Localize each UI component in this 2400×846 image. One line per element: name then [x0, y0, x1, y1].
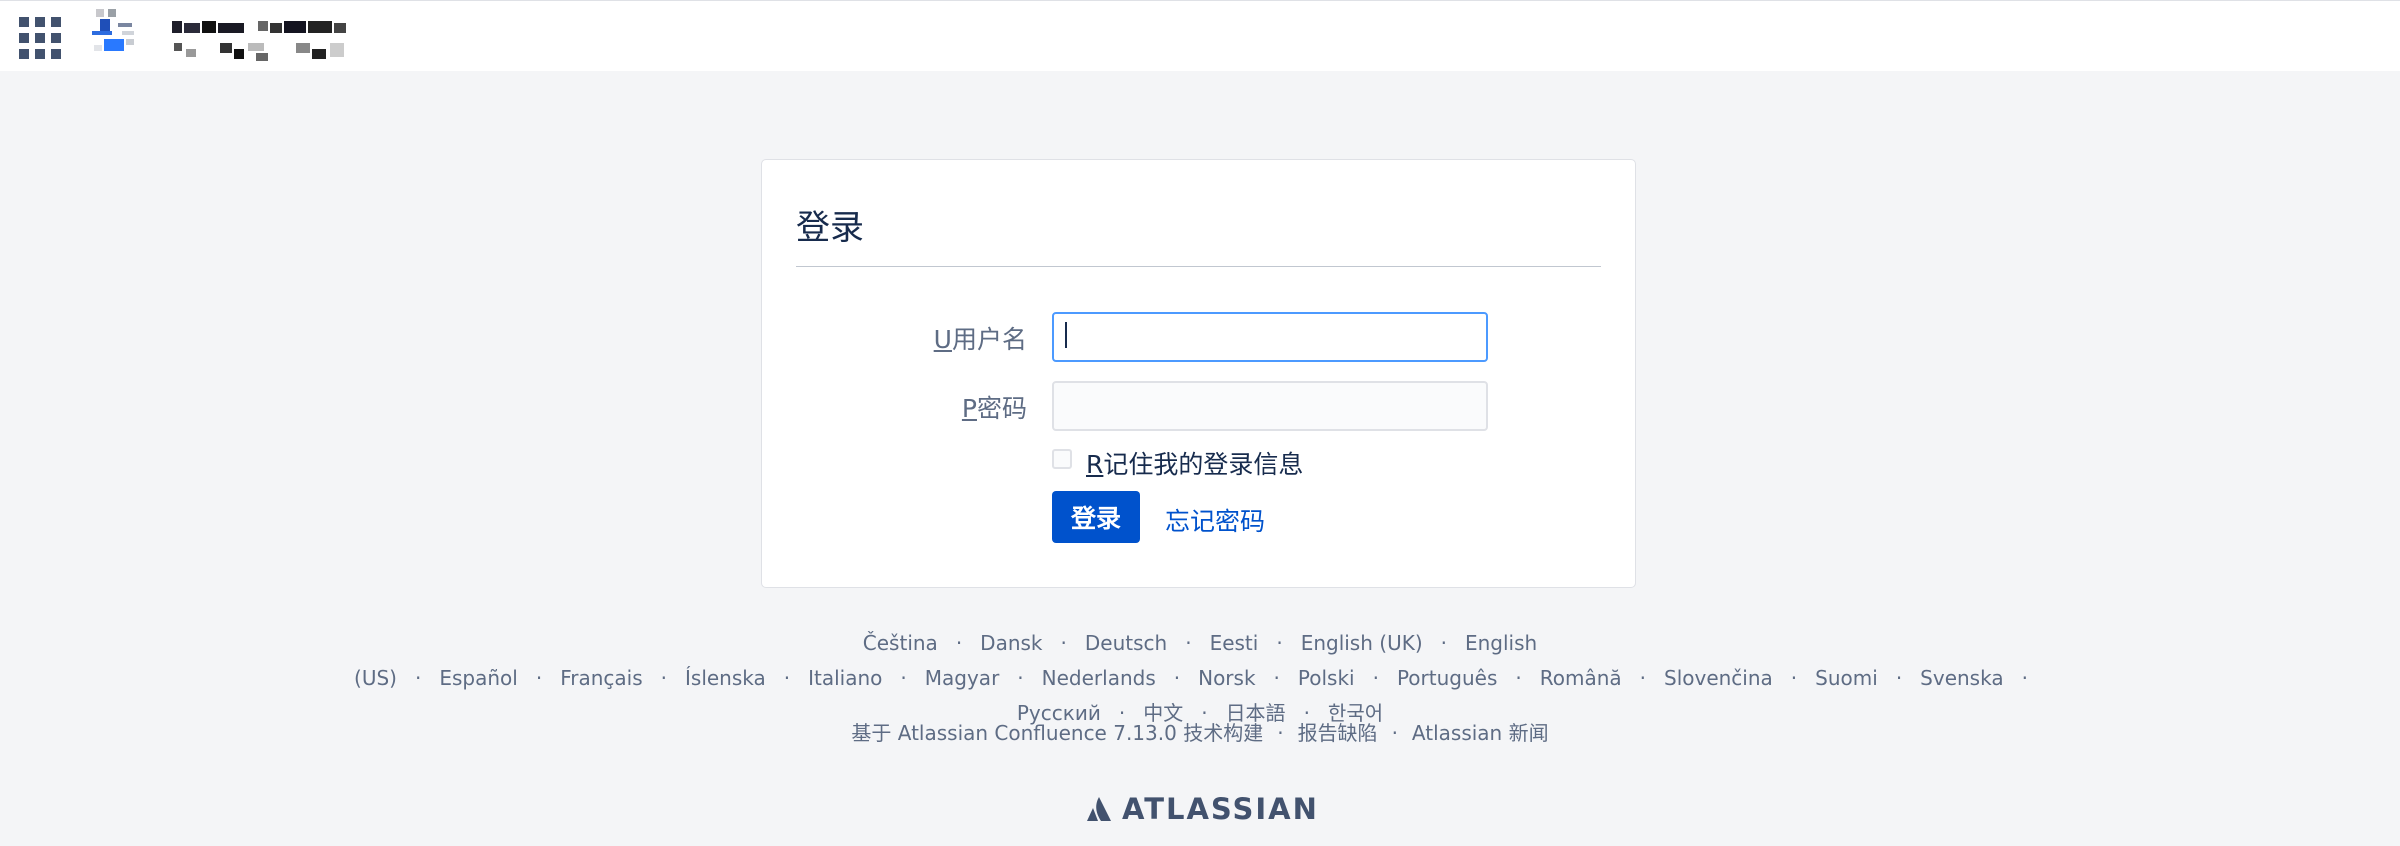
language-separator: · [1895, 666, 1903, 690]
remember-label-text: 记住我的登录信息 [1103, 450, 1304, 479]
language-link[interactable]: Română [1540, 666, 1622, 690]
username-label: U用户名 [934, 320, 1027, 356]
title-divider [796, 266, 1601, 267]
login-submit-button[interactable]: 登录 [1052, 491, 1140, 543]
username-accesskey: U [933, 325, 952, 354]
text-caret [1065, 322, 1067, 348]
language-separator: · [1060, 631, 1067, 655]
password-label: P密码 [962, 389, 1027, 425]
powered-by-link[interactable]: 基于 Atlassian Confluence 7.13.0 技术构建 [851, 721, 1263, 745]
language-separator: · [955, 631, 963, 655]
password-label-text: 密码 [976, 394, 1027, 423]
atlassian-mark-icon [1087, 797, 1111, 821]
report-bug-link[interactable]: 报告缺陷 [1298, 721, 1378, 745]
remember-accesskey: R [1086, 450, 1104, 479]
language-link[interactable]: Suomi [1815, 666, 1878, 690]
atlassian-wordmark: ATLASSIAN [1122, 792, 1319, 826]
language-separator: · [535, 666, 543, 690]
remember-me-label[interactable]: R记住我的登录信息 [1086, 445, 1303, 481]
language-selector-list: Čeština · Dansk · Deutsch · Eesti · English (UK)… [40, 626, 2360, 731]
language-link[interactable]: Français [560, 666, 642, 690]
atlassian-logo[interactable]: ATLASSIAN [1086, 792, 1319, 826]
username-label-text: 用户名 [951, 325, 1027, 354]
login-card: 登录 U用户名 P密码 R记住我的登录信息 登录 忘记密码 [761, 159, 1636, 588]
atlassian-news-link[interactable]: Atlassian 新闻 [1412, 721, 1549, 745]
language-separator: · [1185, 631, 1192, 655]
username-input[interactable] [1052, 312, 1488, 362]
language-separator: · [1372, 666, 1379, 690]
language-separator: · [1440, 631, 1447, 655]
language-link[interactable]: Čeština [863, 631, 938, 655]
language-separator: · [1515, 666, 1522, 690]
top-bar [0, 0, 2400, 71]
language-separator: · [415, 666, 422, 690]
language-link[interactable]: Eesti [1210, 631, 1259, 655]
powered-by-footer: 基于 Atlassian Confluence 7.13.0 技术构建 · 报告缺陷… [0, 717, 2400, 746]
site-logo-icon[interactable] [90, 9, 152, 59]
language-link[interactable]: Nederlands [1042, 666, 1156, 690]
language-link[interactable]: Norsk [1198, 666, 1255, 690]
language-separator: · [2021, 666, 2028, 690]
language-separator: · [1639, 666, 1646, 690]
language-link[interactable]: Español [439, 666, 517, 690]
footer-separator: · [1277, 721, 1284, 745]
language-link[interactable]: Slovenčina [1664, 666, 1773, 690]
language-link[interactable]: English (UK) [1301, 631, 1423, 655]
language-separator: · [1273, 666, 1280, 690]
language-link[interactable]: Dansk [980, 631, 1042, 655]
login-title: 登录 [796, 208, 864, 248]
language-link[interactable]: Svenska [1920, 666, 2003, 690]
language-link[interactable]: Íslenska [685, 666, 766, 690]
footer-separator: · [1391, 721, 1398, 745]
language-separator: · [1173, 666, 1181, 690]
app-switcher-grid-icon[interactable] [17, 15, 61, 59]
language-separator: · [900, 666, 907, 690]
language-link[interactable]: Deutsch [1085, 631, 1167, 655]
forgot-password-link[interactable]: 忘记密码 [1165, 502, 1265, 538]
language-link[interactable]: Polski [1298, 666, 1355, 690]
password-accesskey: P [961, 394, 977, 423]
language-separator: · [1276, 631, 1283, 655]
language-separator: · [660, 666, 667, 690]
language-link[interactable]: Italiano [808, 666, 882, 690]
site-name-logo[interactable] [172, 15, 348, 67]
language-separator: · [1790, 666, 1798, 690]
language-separator: · [1017, 666, 1024, 690]
language-link[interactable]: Magyar [925, 666, 1000, 690]
language-separator: · [783, 666, 791, 690]
language-link[interactable]: Português [1397, 666, 1497, 690]
remember-me-checkbox[interactable] [1052, 449, 1072, 469]
password-input[interactable] [1052, 381, 1488, 431]
